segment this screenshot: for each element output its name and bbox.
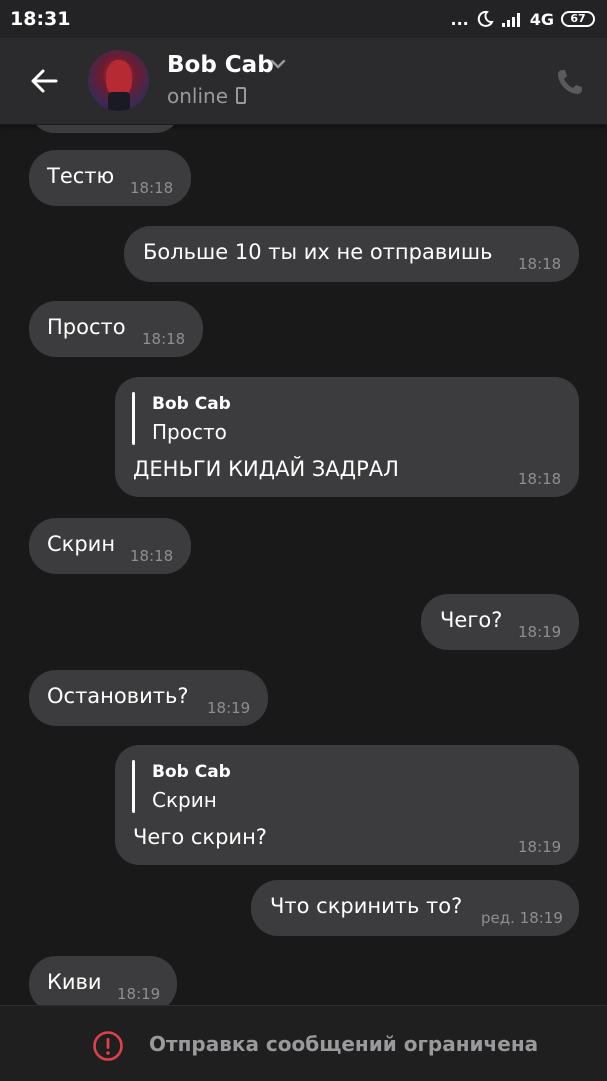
message-time: 18:19: [207, 699, 251, 717]
message-text: Тестю: [47, 164, 115, 188]
message-text: Чего скрин?: [133, 825, 267, 849]
message-bubble-outgoing[interactable]: Что скринить то? ред. 18:19: [251, 880, 579, 936]
message-time: 18:18: [518, 255, 562, 273]
message-bubble-outgoing[interactable]: Чего? 18:19: [421, 594, 579, 650]
message-bubble-incoming[interactable]: Просто 18:18: [29, 301, 203, 357]
message-time: 18:18: [130, 547, 174, 565]
message-bubble-partial: [30, 125, 180, 133]
status-bar: 18:31 ... 4G 67: [0, 0, 607, 38]
reply-quote-text: Скрин: [152, 788, 217, 812]
restriction-bar: Отправка сообщений ограничена: [0, 1005, 607, 1081]
reply-quote-text: Просто: [152, 420, 227, 444]
message-text: ДЕНЬГИ КИДАЙ ЗАДРАЛ: [133, 457, 399, 481]
message-bubble-incoming[interactable]: Скрин 18:18: [29, 518, 191, 574]
warning-icon: [93, 1031, 123, 1061]
message-time: 18:19: [518, 623, 562, 641]
message-time: 18:18: [142, 330, 186, 348]
avatar[interactable]: [88, 50, 149, 111]
message-time: 18:19: [117, 985, 161, 1003]
back-arrow-icon[interactable]: [26, 63, 62, 99]
moon-icon: [477, 10, 494, 27]
phone-call-icon[interactable]: [554, 66, 586, 98]
message-bubble-incoming[interactable]: Тестю 18:18: [29, 150, 191, 206]
message-time: 18:18: [518, 470, 562, 488]
reply-author: Bob Cab: [152, 394, 231, 414]
network-type: 4G: [529, 9, 554, 29]
status-time: 18:31: [10, 8, 71, 30]
signal-icon: [501, 13, 520, 27]
reply-author: Bob Cab: [152, 762, 231, 782]
message-bubble-incoming[interactable]: Киви 18:19: [29, 956, 177, 1005]
message-text: Скрин: [47, 532, 116, 556]
message-text: Киви: [47, 970, 102, 994]
avatar-body: [108, 92, 130, 111]
status-icons: ... 4G 67: [450, 8, 595, 30]
message-text: Больше 10 ты их не отправишь: [143, 240, 493, 264]
message-bubble-outgoing-reply[interactable]: Bob Cab Скрин Чего скрин? 18:19: [115, 745, 579, 865]
message-list[interactable]: Тестю 18:18 Больше 10 ты их не отправишь…: [0, 125, 607, 1005]
notification-dots-icon: ...: [450, 9, 469, 29]
message-bubble-outgoing-reply[interactable]: Bob Cab Просто ДЕНЬГИ КИДАЙ ЗАДРАЛ 18:18: [115, 377, 579, 497]
reply-quote-bar: [132, 392, 135, 445]
reply-quote-bar: [132, 760, 135, 813]
contact-name[interactable]: Bob Cab: [167, 52, 274, 78]
contact-status: online: [167, 84, 229, 108]
message-time: 18:19: [518, 838, 562, 856]
chat-header: Bob Cab online: [0, 38, 607, 125]
message-text: Просто: [47, 315, 126, 339]
message-time: 18:18: [130, 179, 174, 197]
message-text: Чего?: [440, 608, 503, 632]
chevron-down-icon[interactable]: [270, 58, 286, 70]
restriction-text: Отправка сообщений ограничена: [149, 1032, 539, 1056]
mobile-device-icon: [236, 87, 246, 104]
message-text: Остановить?: [47, 684, 189, 708]
battery-icon: 67: [561, 11, 595, 27]
message-bubble-outgoing[interactable]: Больше 10 ты их не отправишь 18:18: [124, 226, 579, 282]
message-text: Что скринить то?: [270, 894, 463, 918]
message-bubble-incoming[interactable]: Остановить? 18:19: [29, 670, 268, 726]
message-time: ред. 18:19: [481, 909, 563, 927]
